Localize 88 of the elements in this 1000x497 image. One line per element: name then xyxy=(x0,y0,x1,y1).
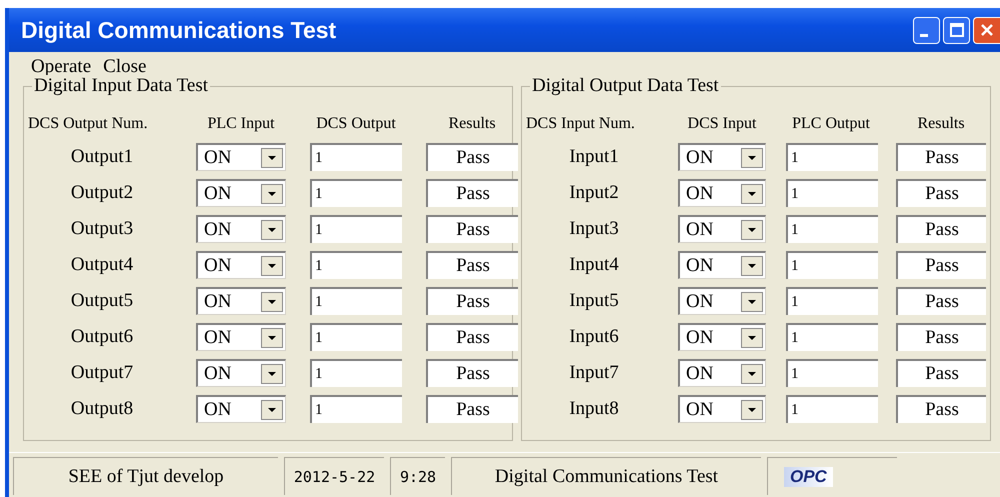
value-field[interactable]: 1 xyxy=(786,323,878,351)
state-dropdown[interactable]: ON xyxy=(196,323,286,351)
result-field: Pass xyxy=(426,179,518,207)
maximize-button[interactable] xyxy=(943,16,970,44)
result-field: Pass xyxy=(426,251,518,279)
row-label: Output7 xyxy=(70,362,134,384)
result-field: Pass xyxy=(896,359,986,387)
value-field[interactable]: 1 xyxy=(310,215,402,243)
column-header: DCS Input xyxy=(688,115,756,133)
state-dropdown[interactable]: ON xyxy=(196,215,286,243)
value-field[interactable]: 1 xyxy=(786,143,878,171)
state-dropdown[interactable]: ON xyxy=(678,395,766,423)
result-field: Pass xyxy=(896,395,986,423)
value-field[interactable]: 1 xyxy=(786,179,878,207)
value-field[interactable]: 1 xyxy=(786,395,878,423)
row-label: Input1 xyxy=(569,146,619,168)
row-label: Output5 xyxy=(70,290,134,312)
row-label: Input8 xyxy=(569,398,619,420)
value-field[interactable]: 1 xyxy=(786,359,878,387)
row-label: Input6 xyxy=(569,326,619,348)
result-field: Pass xyxy=(896,143,986,171)
logo: OPC xyxy=(784,466,833,486)
status-date: 2012-5-22 xyxy=(284,457,384,495)
column-header: DCS Input Num. xyxy=(526,115,635,133)
value-field[interactable]: 1 xyxy=(786,215,878,243)
state-dropdown[interactable]: ON xyxy=(196,251,286,279)
result-field: Pass xyxy=(426,323,518,351)
row-label: Input7 xyxy=(569,362,619,384)
row-label: Output4 xyxy=(70,254,134,276)
result-field: Pass xyxy=(426,287,518,315)
status-app: Digital Communications Test xyxy=(451,457,761,495)
value-field[interactable]: 1 xyxy=(310,395,402,423)
row-label: Output8 xyxy=(70,398,134,420)
status-author: SEE of Tjut develop xyxy=(13,457,278,495)
state-dropdown[interactable]: ON xyxy=(678,323,766,351)
result-field: Pass xyxy=(896,179,986,207)
column-header: PLC Output xyxy=(792,115,870,133)
maximize-icon xyxy=(948,22,964,38)
value-field[interactable]: 1 xyxy=(310,143,402,171)
state-dropdown[interactable]: ON xyxy=(196,359,286,387)
column-header: Results xyxy=(917,115,965,133)
state-dropdown[interactable]: ON xyxy=(196,143,286,171)
row-label: Output3 xyxy=(70,218,134,240)
state-dropdown[interactable]: ON xyxy=(196,395,286,423)
value-field[interactable]: 1 xyxy=(786,287,878,315)
row-label: Input4 xyxy=(569,254,619,276)
result-field: Pass xyxy=(896,251,986,279)
result-field: Pass xyxy=(896,323,986,351)
value-field[interactable]: 1 xyxy=(310,323,402,351)
value-field[interactable]: 1 xyxy=(786,251,878,279)
state-dropdown[interactable]: ON xyxy=(678,251,766,279)
minimize-icon xyxy=(920,34,928,36)
state-dropdown[interactable]: ON xyxy=(678,143,766,171)
result-field: Pass xyxy=(896,287,986,315)
status-time: 9:28 xyxy=(390,457,445,495)
state-dropdown[interactable]: ON xyxy=(196,287,286,315)
row-label: Output6 xyxy=(70,326,134,348)
result-field: Pass xyxy=(426,359,518,387)
row-label: Input5 xyxy=(569,290,619,312)
row-label: Input3 xyxy=(569,218,619,240)
value-field[interactable]: 1 xyxy=(310,359,402,387)
result-field: Pass xyxy=(896,215,986,243)
window-title: Digital Communications Test xyxy=(21,16,336,44)
value-field[interactable]: 1 xyxy=(310,287,402,315)
row-label: Input2 xyxy=(569,182,619,204)
row-label: Output1 xyxy=(70,146,134,168)
close-icon xyxy=(979,22,995,38)
minimize-button[interactable] xyxy=(913,16,940,44)
state-dropdown[interactable]: ON xyxy=(678,215,766,243)
value-field[interactable]: 1 xyxy=(310,179,402,207)
row-label: Output2 xyxy=(70,182,134,204)
column-header: DCS Output xyxy=(316,115,396,133)
column-header: DCS Output Num. xyxy=(28,115,148,133)
group-title: Digital Output Data Test xyxy=(530,75,721,97)
state-dropdown[interactable]: ON xyxy=(678,359,766,387)
state-dropdown[interactable]: ON xyxy=(196,179,286,207)
menu-item[interactable]: Close xyxy=(103,56,146,78)
state-dropdown[interactable]: ON xyxy=(678,287,766,315)
value-field[interactable]: 1 xyxy=(310,251,402,279)
state-dropdown[interactable]: ON xyxy=(678,179,766,207)
close-button[interactable] xyxy=(973,16,1000,44)
result-field: Pass xyxy=(426,395,518,423)
column-header: Results xyxy=(448,115,496,133)
group-title: Digital Input Data Test xyxy=(32,75,210,97)
menu-item[interactable]: Operate xyxy=(31,56,92,78)
result-field: Pass xyxy=(426,215,518,243)
column-header: PLC Input xyxy=(207,115,275,133)
result-field: Pass xyxy=(426,143,518,171)
